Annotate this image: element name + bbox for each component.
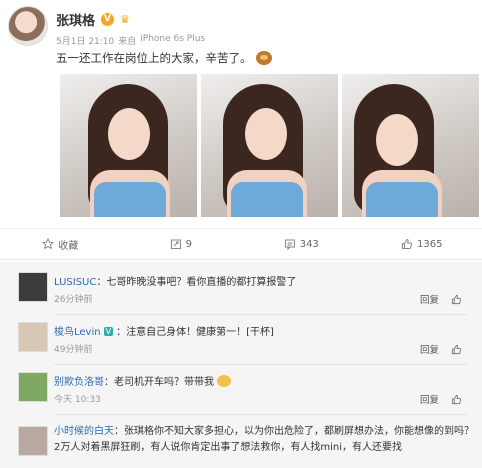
weibo-post: 张琪格 V ♛ 5月1日 21:10 来自 iPhone 6s Plus 五一还… — [0, 0, 482, 228]
comment-ops: 回复 — [420, 392, 462, 406]
repost-button[interactable]: 9 — [121, 238, 242, 250]
post-meta: 5月1日 21:10 来自 iPhone 6s Plus — [56, 34, 205, 47]
reply-button[interactable]: 回复 — [420, 342, 439, 356]
commenter-avatar[interactable] — [18, 272, 48, 302]
thumb-up-icon — [402, 238, 413, 249]
post-text-content: 五一还工作在岗位上的大家，辛苦了。 — [56, 51, 252, 65]
like-count: 1365 — [417, 238, 443, 250]
divider — [54, 414, 468, 415]
favorite-label: 收藏 — [58, 240, 79, 252]
reply-button[interactable]: 回复 — [420, 392, 439, 406]
author-avatar[interactable] — [8, 6, 48, 46]
comment-list: LUSISUC：七哥昨晚没事吧？看你直播的都打算报警了 26分钟前 回复 梭鸟L… — [0, 262, 482, 468]
post-photo[interactable] — [342, 74, 479, 217]
star-icon — [42, 238, 55, 250]
comment-item: LUSISUC：七哥昨晚没事吧？看你直播的都打算报警了 26分钟前 回复 — [10, 270, 472, 315]
comment-text: ：老司机开车吗？带带我 — [104, 377, 214, 388]
comment-button[interactable]: 343 — [241, 238, 362, 250]
divider — [54, 364, 468, 365]
commenter-name[interactable]: 小时候的白天 — [54, 426, 114, 437]
post-action-bar: 收藏 9 343 1365 — [0, 228, 482, 260]
thumb-up-icon[interactable] — [451, 394, 462, 405]
thumb-up-icon[interactable] — [451, 294, 462, 305]
comment-item: 小时候的白天：张琪格你不知大家多担心，以为你出危险了，都刷屏想办法，你能想像的到… — [10, 424, 474, 464]
comment-icon — [284, 239, 295, 250]
comment-text: ：注意自己身体！健康第一！[干杯] — [116, 327, 274, 338]
comment-item: 梭鸟Levin V ：注意自己身体！健康第一！[干杯] 49分钟前 回复 — [10, 320, 472, 365]
comment-text: ：张琪格你不知大家多担心，以为你出危险了，都刷屏想办法，你能想像的到吗？2万人对… — [54, 426, 474, 453]
divider — [54, 314, 468, 315]
comment-time: 26分钟前 — [54, 295, 93, 305]
smiley-emoji-icon — [217, 375, 232, 387]
favorite-button[interactable]: 收藏 — [0, 237, 121, 252]
commenter-avatar[interactable] — [18, 426, 48, 456]
reply-button[interactable]: 回复 — [420, 292, 439, 306]
comment-item: 别欺负洛哥：老司机开车吗？带带我 今天 10:33 回复 — [10, 370, 472, 415]
comment-time: 49分钟前 — [54, 345, 93, 355]
post-text: 五一还工作在岗位上的大家，辛苦了。 — [56, 50, 272, 66]
repost-count: 9 — [185, 238, 192, 250]
post-source[interactable]: iPhone 6s Plus — [140, 34, 205, 47]
commenter-avatar[interactable] — [18, 322, 48, 352]
verified-badge: V — [103, 327, 114, 336]
author-name[interactable]: 张琪格 — [56, 10, 95, 29]
comment-text: ：七哥昨晚没事吧？看你直播的都打算报警了 — [96, 277, 297, 288]
verified-icon: V — [101, 12, 115, 26]
comment-time: 今天 10:33 — [54, 395, 101, 405]
comment-ops: 回复 — [420, 342, 462, 356]
post-photo[interactable] — [201, 74, 338, 217]
comment-count: 343 — [299, 238, 319, 250]
commenter-name[interactable]: LUSISUC — [54, 277, 96, 288]
vip-crown-icon: ♛ — [120, 12, 130, 26]
source-prefix: 来自 — [118, 37, 137, 47]
thumb-up-icon[interactable] — [451, 344, 462, 355]
monkey-emoji-icon — [255, 51, 272, 65]
post-date[interactable]: 5月1日 21:10 — [56, 34, 114, 47]
commenter-avatar[interactable] — [18, 372, 48, 402]
comment-ops: 回复 — [420, 292, 462, 306]
photo-grid — [60, 74, 479, 217]
like-button[interactable]: 1365 — [362, 238, 482, 250]
repost-icon — [170, 239, 181, 249]
commenter-name[interactable]: 梭鸟Levin — [54, 327, 101, 338]
comment-body: 小时候的白天：张琪格你不知大家多担心，以为你出危险了，都刷屏想办法，你能想像的到… — [54, 424, 474, 456]
author-row: 张琪格 V ♛ — [56, 10, 130, 29]
post-photo[interactable] — [60, 74, 197, 217]
commenter-name[interactable]: 别欺负洛哥 — [54, 377, 104, 388]
